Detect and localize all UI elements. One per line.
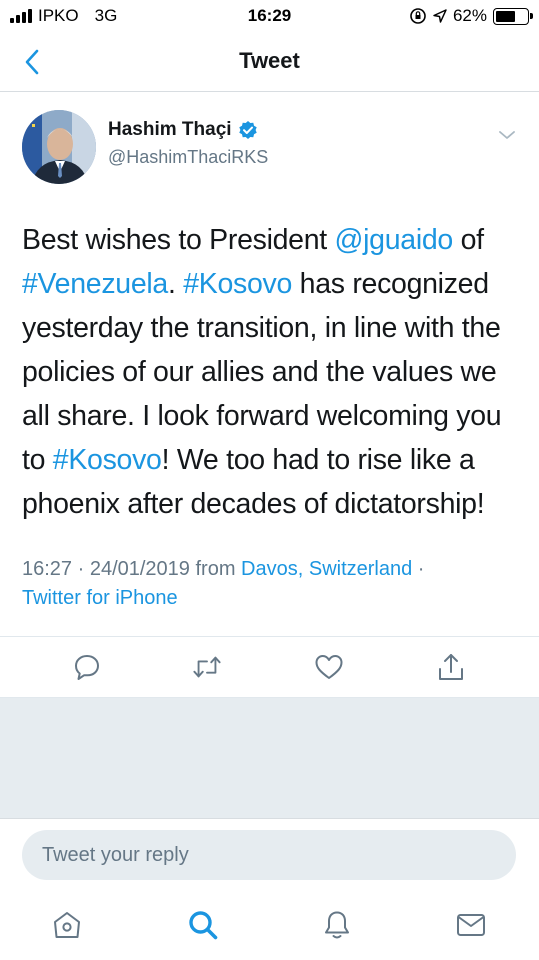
share-icon [439,654,463,680]
tweet-meta: 16:27 · 24/01/2019 from Davos, Switzerla… [22,555,522,613]
meta-separator: · [412,558,425,580]
tab-search[interactable] [186,908,220,942]
reply-button[interactable] [72,652,102,682]
author-handle[interactable]: @HashimThaciRKS [108,147,268,168]
tweet-text-segment: Best wishes to President [22,224,335,256]
tab-home[interactable] [50,908,84,942]
tweet-link[interactable]: #Kosovo [53,444,162,476]
bell-icon [325,911,349,939]
location-link[interactable]: Davos, Switzerland [241,558,412,580]
tab-bar [0,894,539,960]
home-icon [54,912,80,938]
share-button[interactable] [436,652,466,682]
tweet-text: Best wishes to President @jguaido of #Ve… [22,218,520,526]
verified-badge-icon [238,121,257,139]
tweet-text-segment: . [167,268,184,300]
retweet-button[interactable] [192,652,222,682]
status-right: 62% [409,6,533,26]
tweet-actions [0,636,539,698]
tweet-timestamp: 16:27 · 24/01/2019 [22,558,190,580]
search-icon [189,911,218,940]
reply-bar [0,818,539,894]
source-link[interactable]: Twitter for iPhone [22,587,178,609]
tab-messages[interactable] [454,908,488,942]
replies-area [0,698,539,818]
battery-fill [496,10,515,22]
mail-icon [457,914,485,936]
avatar-image [22,110,96,184]
heart-icon [315,655,343,679]
reply-icon [75,655,99,680]
like-button[interactable] [314,652,344,682]
tweet-text-segment: of [452,224,484,256]
retweet-icon [193,656,221,678]
from-label: from [189,558,242,580]
status-bar: IPKO 3G 16:29 62% [0,0,539,34]
tweet-link[interactable]: #Kosovo [183,268,292,300]
chevron-down-icon[interactable] [497,125,517,145]
tab-notifications[interactable] [320,908,354,942]
page-title: Tweet [239,48,300,73]
location-icon [433,9,447,23]
author-name-text: Hashim Thaçi [108,119,232,140]
orientation-lock-icon [410,8,426,24]
tweet-link[interactable]: #Venezuela [22,268,168,300]
reply-input[interactable] [22,830,516,880]
tweet-link[interactable]: @jguaido [335,224,454,256]
battery-percent: 62% [452,6,487,25]
author-name[interactable]: Hashim Thaçi [108,119,258,141]
nav-bar: Tweet [0,34,539,92]
avatar[interactable] [22,110,96,184]
battery-icon [493,7,533,25]
